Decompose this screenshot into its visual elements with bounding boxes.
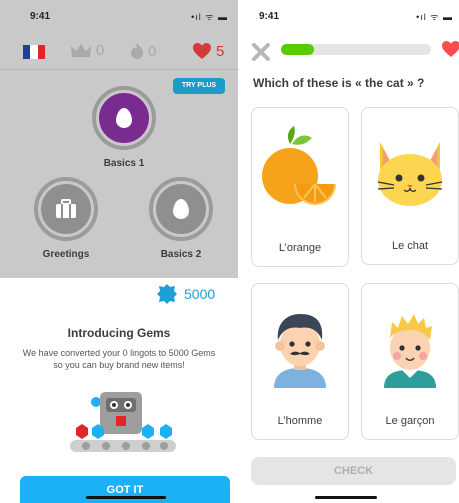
gems-value: 5000 <box>184 286 216 302</box>
skill-label: Greetings <box>42 249 90 260</box>
status-time: 9:41 <box>30 11 51 22</box>
crown-icon <box>71 43 91 57</box>
status-bar: 9:41 •ıl ᯤ ▬ <box>243 0 459 30</box>
streak-stat[interactable]: 0 <box>130 42 156 60</box>
crowns-count: 0 <box>96 42 105 59</box>
choice-label: Le garçon <box>385 415 435 427</box>
choice-label: L’homme <box>277 415 323 427</box>
lesson-progress-bar <box>281 44 431 55</box>
status-bar: 9:41 •ıl ᯤ ▬ <box>0 0 238 30</box>
top-stats-bar: 0 0 5 <box>0 34 238 70</box>
home-screen: 9:41 •ıl ᯤ ▬ 0 0 5 TRY PLUS Basics 1 Gre… <box>0 0 238 503</box>
hearts-stat[interactable]: 5 <box>192 42 224 60</box>
status-icons: •ıl ᯤ ▬ <box>416 12 453 22</box>
skill-basics-1[interactable]: Basics 1 <box>88 86 160 169</box>
close-icon[interactable] <box>251 42 271 62</box>
suitcase-icon <box>56 199 76 218</box>
choice-label: L’orange <box>278 242 322 254</box>
egg-icon <box>116 108 132 128</box>
lesson-screen: 9:41 •ıl ᯤ ▬ Which of these is « the cat… <box>243 0 459 503</box>
status-time: 9:41 <box>259 11 280 22</box>
skill-disc <box>99 93 149 143</box>
crowns-stat[interactable]: 0 <box>70 42 104 59</box>
gems-title: Introducing Gems <box>67 326 171 340</box>
skill-label: Basics 1 <box>103 158 145 169</box>
try-plus-button[interactable]: TRY PLUS <box>173 78 225 94</box>
gems-description: We have converted your 0 lingots to 5000… <box>22 348 216 370</box>
skill-basics-2[interactable]: Basics 2 <box>145 177 217 260</box>
heart-icon[interactable] <box>441 40 459 58</box>
gem-machine-illustration <box>70 392 176 452</box>
skill-disc <box>156 184 206 234</box>
streak-count: 0 <box>148 42 157 60</box>
skill-greetings[interactable]: Greetings <box>30 177 102 260</box>
choice-card-orange[interactable]: L’orange <box>251 107 349 267</box>
progress-fill <box>281 44 314 55</box>
choice-card-cat[interactable]: Le chat <box>361 107 459 265</box>
flame-icon <box>131 43 143 59</box>
question-prompt: Which of these is « the cat » ? <box>253 76 425 90</box>
gems-count: 5000 <box>156 283 215 305</box>
hearts-count: 5 <box>216 42 225 60</box>
orange-icon <box>262 126 336 205</box>
home-indicator <box>86 496 166 499</box>
french-flag-icon[interactable] <box>23 45 45 59</box>
man-icon <box>274 314 326 388</box>
heart-icon <box>193 43 211 59</box>
home-indicator <box>315 496 377 499</box>
choice-label: Le chat <box>391 240 429 252</box>
status-icons: •ıl ᯤ ▬ <box>191 12 228 22</box>
check-button[interactable]: CHECK <box>251 457 456 485</box>
boy-icon <box>384 314 436 388</box>
choice-card-boy[interactable]: Le garçon <box>361 283 459 440</box>
cat-icon <box>377 142 443 206</box>
egg-icon <box>173 199 189 219</box>
choice-card-man[interactable]: L’homme <box>251 283 349 440</box>
gem-icon <box>157 284 177 304</box>
skill-ring <box>34 177 98 241</box>
skill-disc <box>41 184 91 234</box>
skill-ring <box>149 177 213 241</box>
skill-ring <box>92 86 156 150</box>
skill-label: Basics 2 <box>160 249 202 260</box>
